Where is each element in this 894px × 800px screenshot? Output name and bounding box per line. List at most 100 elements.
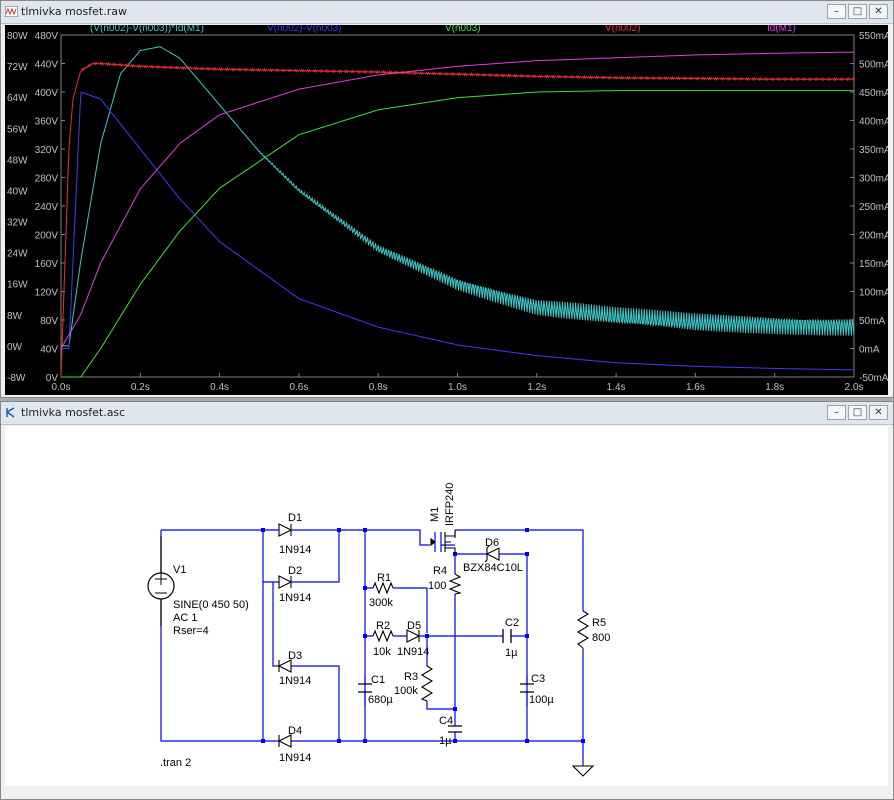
x-tick-label: 1.4s: [607, 382, 626, 393]
x-tick-label: 0.4s: [210, 382, 229, 393]
trace-label: V(n003): [445, 25, 481, 34]
d3-label: D3: [288, 650, 302, 662]
ground-symbol: [571, 765, 595, 777]
v1-ac: AC 1: [173, 612, 197, 624]
schematic-window-title: tlmivka mosfet.asc: [21, 406, 126, 419]
junction-dot: [425, 634, 429, 638]
waveform-icon: [5, 6, 18, 17]
junction-dot: [363, 528, 367, 532]
y-voltage-tick-label: 160V: [35, 259, 59, 270]
x-tick-label: 1.0s: [448, 382, 467, 393]
d5-label: D5: [407, 620, 421, 632]
d1-model: 1N914: [279, 544, 311, 556]
y-current-tick-label: 400mA: [859, 117, 888, 128]
voltage-source-v1[interactable]: [147, 536, 175, 626]
d6-model: BZX84C10L: [463, 562, 523, 574]
y-voltage-tick-label: 480V: [35, 31, 59, 42]
schematic-titlebar[interactable]: tlmivka mosfet.asc – □ ✕: [1, 402, 893, 425]
minimize-button[interactable]: –: [827, 405, 846, 420]
y-current-tick-label: 350mA: [859, 145, 888, 156]
d2-label: D2: [288, 565, 302, 577]
r5-label: R5: [592, 617, 606, 629]
diode-d2[interactable]: [278, 575, 293, 589]
junction-dot: [453, 739, 457, 743]
resistor-r4[interactable]: [448, 573, 462, 595]
y-current-tick-label: 300mA: [859, 174, 888, 185]
d5-model: 1N914: [397, 646, 429, 658]
resistor-r2[interactable]: [372, 629, 394, 643]
junction-dot: [453, 707, 457, 711]
r4-value: 100: [428, 580, 446, 592]
diode-d1[interactable]: [278, 523, 293, 537]
y-current-tick-label: 0mA: [859, 345, 880, 356]
y-voltage-tick-label: 320V: [35, 145, 59, 156]
y-power-tick-label: 72W: [7, 62, 28, 73]
y-power-tick-label: 40W: [7, 186, 28, 197]
y-current-tick-label: 550mA: [859, 31, 888, 42]
v1-value: SINE(0 450 50): [173, 599, 249, 611]
y-voltage-tick-label: 360V: [35, 117, 59, 128]
junction-dot: [363, 586, 367, 590]
close-button[interactable]: ✕: [869, 4, 888, 19]
restore-button[interactable]: □: [848, 4, 867, 19]
plot-window-title: tlmivka mosfet.raw: [21, 5, 127, 18]
y-power-tick-label: 8W: [7, 311, 23, 322]
y-voltage-tick-label: 240V: [35, 202, 59, 213]
c4-label: C4: [439, 715, 453, 727]
x-tick-label: 0.8s: [369, 382, 388, 393]
schematic-window: tlmivka mosfet.asc – □ ✕ V1 SINE(0 450 5…: [0, 401, 894, 800]
plot-titlebar[interactable]: tlmivka mosfet.raw – □ ✕: [1, 1, 893, 24]
trace-label: V(n002): [605, 25, 641, 34]
x-tick-label: 0.2s: [131, 382, 150, 393]
junction-dot: [525, 739, 529, 743]
schematic-canvas[interactable]: V1 SINE(0 450 50) AC 1 Rser=4 D1 1N914 D…: [5, 426, 888, 786]
resistor-r1[interactable]: [372, 581, 394, 595]
d4-model: 1N914: [279, 752, 311, 764]
close-button[interactable]: ✕: [869, 405, 888, 420]
y-current-tick-label: 450mA: [859, 88, 888, 99]
r3-label: R3: [404, 671, 418, 683]
y-current-tick-label: 100mA: [859, 288, 888, 299]
junction-dot: [525, 528, 529, 532]
minimize-button[interactable]: –: [827, 4, 846, 19]
tran-directive[interactable]: .tran 2: [160, 757, 191, 769]
v1-rser: Rser=4: [173, 625, 209, 637]
y-current-tick-label: 50mA: [859, 316, 885, 327]
y-voltage-tick-label: 120V: [35, 288, 59, 299]
junction-dot: [337, 528, 341, 532]
x-tick-label: 0.0s: [52, 382, 71, 393]
d1-label: D1: [288, 512, 302, 524]
x-tick-label: 2.0s: [845, 382, 864, 393]
m1-label: M1: [429, 507, 441, 522]
y-voltage-tick-label: 200V: [35, 231, 59, 242]
r1-value: 300k: [369, 597, 393, 609]
junction-dot: [261, 528, 265, 532]
m1-model: IRFP240: [444, 483, 456, 526]
y-current-tick-label: 200mA: [859, 231, 888, 242]
resistor-r3[interactable]: [420, 665, 434, 702]
c1-label: C1: [371, 674, 385, 686]
restore-button[interactable]: □: [848, 405, 867, 420]
r3-value: 100k: [394, 685, 418, 697]
y-power-tick-label: 24W: [7, 249, 28, 260]
y-current-tick-label: 500mA: [859, 60, 888, 71]
junction-dot: [337, 739, 341, 743]
x-tick-label: 1.8s: [765, 382, 784, 393]
r1-label: R1: [377, 572, 391, 584]
y-power-tick-label: 16W: [7, 280, 28, 291]
trace-label: V(n002)-V(n003): [267, 25, 341, 34]
d2-model: 1N914: [279, 592, 311, 604]
y-voltage-tick-label: 280V: [35, 174, 59, 185]
capacitor-c2[interactable]: [502, 629, 512, 643]
x-tick-label: 0.6s: [289, 382, 308, 393]
junction-dot: [363, 739, 367, 743]
resistor-r5[interactable]: [576, 610, 590, 649]
y-power-tick-label: 64W: [7, 93, 28, 104]
schematic-drawing[interactable]: V1 SINE(0 450 50) AC 1 Rser=4 D1 1N914 D…: [5, 426, 888, 786]
plot-canvas[interactable]: (V(n002)-V(n003))*Id(M1) V(n002)-V(n003) V…: [5, 23, 891, 395]
waveform-plot[interactable]: (V(n002)-V(n003))*Id(M1) V(n002)-V(n003) V…: [5, 23, 891, 395]
c3-value: 100µ: [529, 694, 554, 706]
d4-label: D4: [288, 725, 302, 737]
y-voltage-tick-label: 40V: [40, 345, 58, 356]
c2-label: C2: [505, 617, 519, 629]
